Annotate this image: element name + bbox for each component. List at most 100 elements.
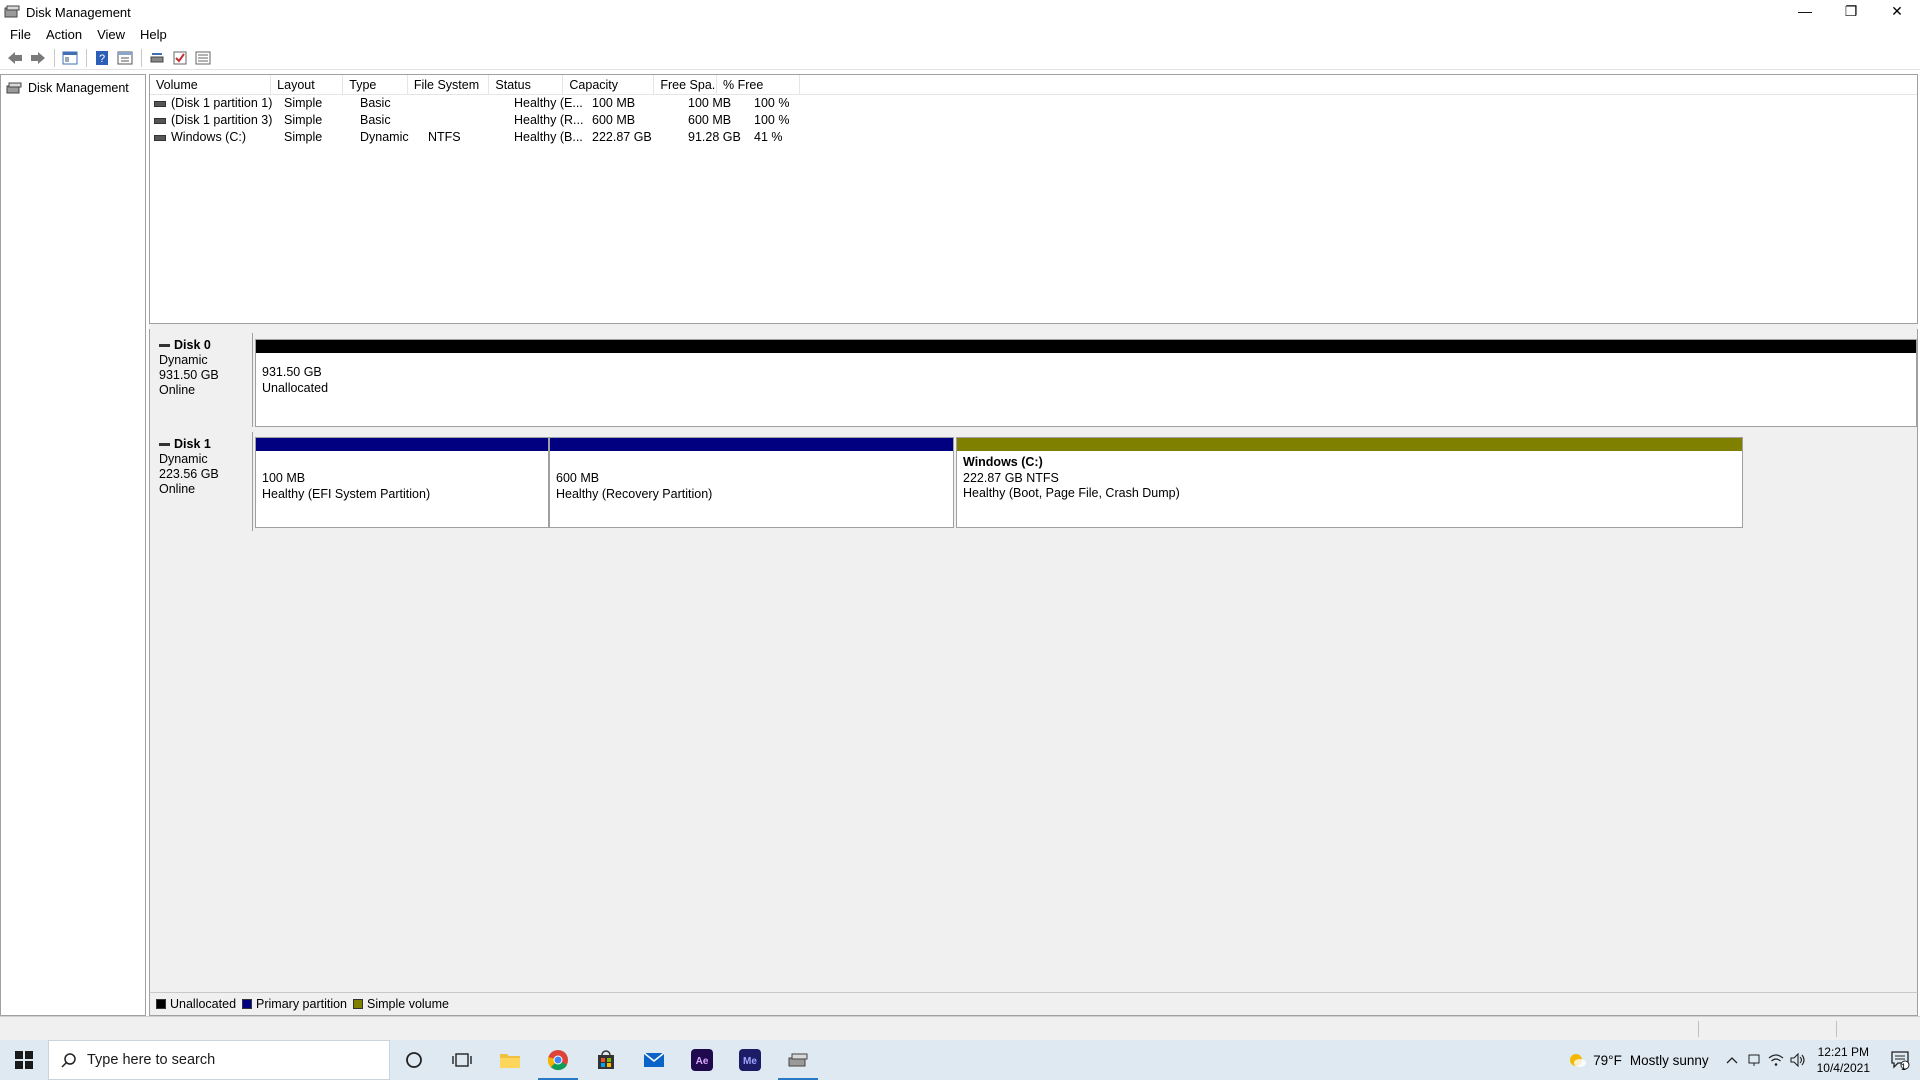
disk-0-type: Dynamic bbox=[159, 353, 208, 367]
disk-1-recovery-partition[interactable]: 600 MB Healthy (Recovery Partition) bbox=[549, 437, 954, 528]
free-cell: 600 MB bbox=[688, 113, 732, 127]
disk-name: Disk 1 bbox=[159, 437, 252, 452]
partition-color-bar bbox=[256, 438, 548, 451]
cortana-icon[interactable] bbox=[390, 1040, 438, 1080]
menu-help[interactable]: Help bbox=[134, 27, 176, 42]
disk-0-info[interactable]: Disk 0 Dynamic 931.50 GB Online bbox=[150, 333, 253, 427]
volume-name: Windows (C:) bbox=[171, 130, 247, 144]
column-percent-free[interactable]: % Free bbox=[717, 75, 801, 94]
layout-cell: Simple bbox=[284, 130, 323, 144]
disk-0-state: Online bbox=[159, 383, 196, 397]
disk-1-type: Dynamic bbox=[159, 452, 208, 466]
disk-management-icon[interactable] bbox=[774, 1040, 822, 1080]
clock-time: 12:21 PM bbox=[1817, 1045, 1869, 1059]
partition-size: 600 MB bbox=[556, 471, 600, 485]
disk-graphical-view: Disk 0 Dynamic 931.50 GB Online 931.50 G… bbox=[149, 329, 1918, 992]
free-cell: 91.28 GB bbox=[688, 130, 741, 144]
toolbar-separator bbox=[54, 48, 55, 67]
legend-swatch-simple bbox=[353, 999, 364, 1009]
forward-arrow-icon[interactable] bbox=[27, 48, 49, 68]
weather-temp: 79°F bbox=[1593, 1052, 1622, 1068]
disk-1-name: Disk 1 bbox=[174, 437, 211, 451]
volume-icon bbox=[154, 134, 166, 141]
table-row[interactable]: Windows (C:) Simple Dynamic NTFS Healthy… bbox=[150, 129, 1917, 146]
taskbar: Type here to search Ae Me 79°F Mostly su… bbox=[0, 1040, 1920, 1080]
after-effects-icon[interactable]: Ae bbox=[678, 1040, 726, 1080]
list-icon[interactable] bbox=[192, 48, 214, 68]
disk-management-app-icon bbox=[4, 5, 20, 18]
menu-bar: File Action View Help bbox=[0, 24, 1920, 44]
table-row[interactable]: (Disk 1 partition 3) Simple Basic Health… bbox=[150, 112, 1917, 129]
disk-1-efi-partition[interactable]: 100 MB Healthy (EFI System Partition) bbox=[255, 437, 549, 528]
partition-status: Unallocated bbox=[262, 380, 329, 395]
column-layout[interactable]: Layout bbox=[271, 75, 344, 94]
properties-icon[interactable] bbox=[114, 48, 136, 68]
disk-name: Disk 0 bbox=[159, 338, 252, 353]
column-status[interactable]: Status bbox=[489, 75, 564, 94]
notification-center-button[interactable]: 1 bbox=[1880, 1050, 1920, 1072]
layout-cell: Simple bbox=[284, 96, 323, 110]
toolbar: ? bbox=[0, 46, 1920, 70]
pct-free-cell: 41 % bbox=[754, 130, 783, 144]
clock-date: 10/4/2021 bbox=[1816, 1061, 1870, 1075]
file-explorer-icon[interactable] bbox=[486, 1040, 534, 1080]
pct-free-cell: 100 % bbox=[754, 96, 790, 110]
legend-swatch-primary bbox=[242, 999, 253, 1009]
chrome-icon[interactable] bbox=[534, 1040, 582, 1080]
search-placeholder: Type here to search bbox=[87, 1052, 216, 1068]
weather-widget[interactable]: 79°F Mostly sunny bbox=[1567, 1050, 1709, 1070]
disk-1-info[interactable]: Disk 1 Dynamic 223.56 GB Online bbox=[150, 432, 253, 531]
capacity-cell: 600 MB bbox=[592, 113, 636, 127]
windows-logo-icon bbox=[15, 1051, 33, 1069]
status-separator bbox=[1698, 1021, 1699, 1037]
chevron-up-icon[interactable] bbox=[1721, 1056, 1743, 1064]
column-type[interactable]: Type bbox=[343, 75, 408, 94]
fs-cell: NTFS bbox=[428, 130, 461, 144]
sun-icon bbox=[1570, 1054, 1587, 1067]
taskbar-search-box[interactable]: Type here to search bbox=[48, 1040, 390, 1080]
back-arrow-icon[interactable] bbox=[4, 48, 26, 68]
toolbar-separator bbox=[141, 48, 142, 67]
menu-view[interactable]: View bbox=[91, 27, 134, 42]
partition-title: Windows (C:) bbox=[963, 455, 1043, 469]
media-encoder-icon[interactable]: Me bbox=[726, 1040, 774, 1080]
check-icon[interactable] bbox=[169, 48, 191, 68]
minimize-button[interactable]: — bbox=[1782, 0, 1828, 22]
task-view-icon[interactable] bbox=[438, 1040, 486, 1080]
disk-1-windows-volume[interactable]: Windows (C:) 222.87 GB NTFS Healthy (Boo… bbox=[956, 437, 1743, 528]
meet-now-icon[interactable] bbox=[1743, 1053, 1765, 1067]
search-icon bbox=[61, 1053, 76, 1068]
menu-action[interactable]: Action bbox=[40, 27, 91, 42]
disk-0-size: 931.50 GB bbox=[159, 368, 219, 382]
store-icon[interactable] bbox=[582, 1040, 630, 1080]
wifi-icon[interactable] bbox=[1765, 1053, 1787, 1067]
column-volume[interactable]: Volume bbox=[150, 75, 272, 94]
disk-1-state: Online bbox=[159, 482, 196, 496]
disk-0-unallocated-partition[interactable]: 931.50 GB Unallocated bbox=[255, 339, 1917, 427]
column-free-space[interactable]: Free Spa... bbox=[654, 75, 718, 94]
column-capacity[interactable]: Capacity bbox=[563, 75, 655, 94]
menu-file[interactable]: File bbox=[4, 27, 40, 42]
type-cell: Basic bbox=[360, 96, 391, 110]
mail-icon[interactable] bbox=[630, 1040, 678, 1080]
tree-item-disk-management[interactable]: Disk Management bbox=[6, 79, 145, 97]
restore-button[interactable]: ❐ bbox=[1828, 0, 1874, 22]
volume-icon bbox=[154, 117, 166, 124]
start-button[interactable] bbox=[0, 1040, 48, 1080]
help-icon[interactable]: ? bbox=[91, 48, 113, 68]
legend-label-simple: Simple volume bbox=[367, 997, 449, 1011]
disk-0-name: Disk 0 bbox=[174, 338, 211, 352]
taskbar-clock[interactable]: 12:21 PM 10/4/2021 bbox=[1817, 1044, 1870, 1076]
rescan-icon[interactable] bbox=[146, 48, 168, 68]
table-row[interactable]: (Disk 1 partition 1) Simple Basic Health… bbox=[150, 95, 1917, 112]
volume-cell: Windows (C:) bbox=[150, 129, 278, 146]
disk-icon bbox=[159, 344, 170, 347]
capacity-cell: 222.87 GB bbox=[592, 130, 652, 144]
fs-cell bbox=[422, 112, 508, 129]
close-button[interactable]: ✕ bbox=[1874, 0, 1920, 22]
status-cell: Healthy (R... bbox=[514, 113, 584, 127]
console-tree-icon[interactable] bbox=[59, 48, 81, 68]
disk-0-row: Disk 0 Dynamic 931.50 GB Online bbox=[150, 333, 253, 427]
volume-icon[interactable] bbox=[1787, 1053, 1809, 1067]
column-file-system[interactable]: File System bbox=[408, 75, 490, 94]
